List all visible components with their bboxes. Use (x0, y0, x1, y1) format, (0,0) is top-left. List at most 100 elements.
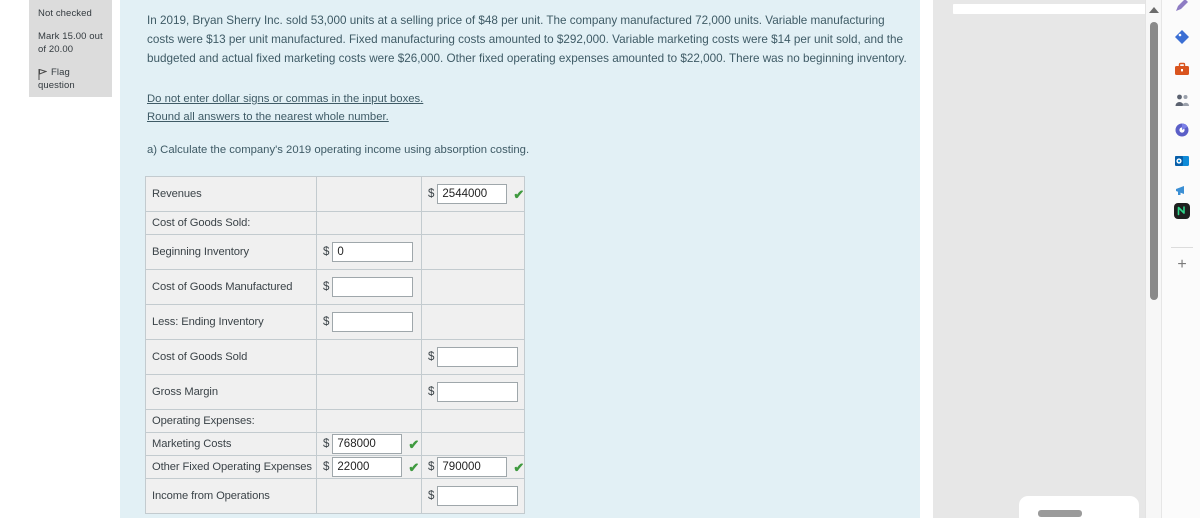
input-cell: $2544000 ✔ (422, 177, 524, 211)
answer-input[interactable] (437, 486, 519, 506)
table-row: Revenues $2544000 ✔ (145, 176, 526, 212)
answer-input[interactable]: 22000 (332, 457, 403, 477)
empty-cell (317, 177, 421, 211)
row-label: Income from Operations (152, 490, 270, 502)
scroll-up-arrow-icon[interactable] (1149, 7, 1159, 13)
app-rail: + (1161, 0, 1200, 518)
answer-input[interactable]: 0 (332, 242, 414, 262)
input-cell: $ (317, 305, 421, 339)
panel-bottom-card[interactable] (1019, 496, 1139, 518)
empty-cell (317, 212, 421, 234)
table-row: Less: Ending Inventory $ (145, 304, 526, 340)
table-body: Revenues $2544000 ✔ Cost of Goods Sold: Begi… (145, 176, 526, 514)
row-label: Cost of Goods Sold (152, 351, 248, 363)
flag-icon (38, 67, 48, 80)
rail-add-button[interactable]: + (1171, 254, 1193, 276)
table-row: Beginning Inventory $0 (145, 234, 526, 270)
input-cell: $790000 ✔ (422, 456, 524, 478)
question-body: In 2019, Bryan Sherry Inc. sold 53,000 u… (147, 14, 907, 65)
empty-cell (317, 410, 421, 432)
row-label: Cost of Goods Manufactured (152, 281, 293, 293)
flag-question-label2: question (38, 80, 75, 91)
empty-cell (422, 433, 524, 455)
flag-question-button[interactable]: Flag (38, 66, 104, 80)
right-side-panel (933, 0, 1148, 518)
dollar-sign: $ (323, 461, 330, 473)
dollar-sign: $ (428, 188, 435, 200)
row-label: Gross Margin (152, 386, 218, 398)
empty-cell (422, 212, 524, 234)
input-cell: $22000 ✔ (317, 456, 421, 478)
row-label: Marketing Costs (152, 438, 232, 450)
input-cell: $0 (317, 235, 421, 269)
megaphone-icon[interactable] (1171, 180, 1193, 202)
briefcase-icon[interactable] (1171, 58, 1193, 80)
row-label: Other Fixed Operating Expenses (152, 461, 312, 473)
empty-cell (422, 270, 524, 304)
scrollbar-thumb[interactable] (1150, 22, 1158, 300)
app-root: Not checked Mark 15.00 out of 20.00 Flag… (0, 0, 1200, 518)
question-info-box: Not checked Mark 15.00 out of 20.00 Flag… (29, 0, 112, 97)
input-cell: $ (422, 340, 524, 374)
dollar-sign: $ (323, 246, 330, 258)
row-label: Cost of Goods Sold: (152, 217, 251, 229)
answer-input[interactable] (332, 277, 414, 297)
question-instructions: Do not enter dollar signs or commas in t… (147, 90, 647, 126)
rail-divider (1171, 247, 1193, 248)
question-status: Not checked (38, 8, 92, 19)
answer-input[interactable] (437, 382, 519, 402)
question-pane: In 2019, Bryan Sherry Inc. sold 53,000 u… (120, 0, 920, 518)
input-cell: $ (422, 375, 524, 409)
answer-input[interactable]: 790000 (437, 457, 508, 477)
row-label: Operating Expenses: (152, 415, 255, 427)
row-label: Revenues (152, 188, 202, 200)
empty-cell (422, 305, 524, 339)
answer-input[interactable] (437, 347, 519, 367)
absorption-costing-table: Revenues $2544000 ✔ Cost of Goods Sold: Begi… (145, 176, 526, 514)
empty-cell (422, 410, 524, 432)
table-row: Income from Operations $ (145, 478, 526, 514)
table-row: Cost of Goods Sold $ (145, 339, 526, 375)
row-label: Beginning Inventory (152, 246, 249, 258)
flag-question-label: Flag (51, 67, 70, 78)
notes-app-icon[interactable] (1171, 200, 1193, 222)
empty-cell (317, 375, 421, 409)
correct-check-icon: ✔ (513, 459, 525, 475)
question-sidebar: Not checked Mark 15.00 out of 20.00 Flag… (0, 0, 120, 518)
instruction-no-symbols: Do not enter dollar signs or commas in t… (147, 93, 424, 105)
question-part-a: a) Calculate the company's 2019 operatin… (147, 144, 530, 156)
tag-icon[interactable] (1171, 26, 1193, 48)
input-cell: $ (422, 479, 524, 513)
panel-input-bar[interactable] (953, 4, 1148, 14)
empty-cell (317, 479, 421, 513)
answer-input[interactable]: 2544000 (437, 184, 508, 204)
answer-input[interactable] (332, 312, 414, 332)
empty-cell (317, 340, 421, 374)
correct-check-icon: ✔ (513, 186, 525, 202)
empty-cell (422, 235, 524, 269)
dollar-sign: $ (428, 386, 435, 398)
table-row: Marketing Costs $768000 ✔ (145, 432, 526, 456)
dollar-sign: $ (428, 461, 435, 473)
teams-icon[interactable] (1171, 119, 1193, 141)
dollar-sign: $ (323, 438, 330, 450)
correct-check-icon: ✔ (408, 436, 420, 452)
dollar-sign: $ (428, 351, 435, 363)
instruction-rounding: Round all answers to the nearest whole n… (147, 111, 389, 123)
table-row: Cost of Goods Manufactured $ (145, 269, 526, 305)
pen-icon[interactable] (1171, 0, 1193, 16)
table-row: Gross Margin $ (145, 374, 526, 410)
people-icon[interactable] (1171, 89, 1193, 111)
question-mark-line2: of 20.00 (38, 44, 74, 55)
dollar-sign: $ (428, 490, 435, 502)
row-label: Less: Ending Inventory (152, 316, 264, 328)
table-row: Other Fixed Operating Expenses $22000 ✔ $79… (145, 455, 526, 479)
correct-check-icon: ✔ (408, 459, 420, 475)
input-cell: $768000 ✔ (317, 433, 421, 455)
vertical-scrollbar[interactable] (1145, 0, 1161, 518)
table-row: Cost of Goods Sold: (145, 211, 526, 235)
dollar-sign: $ (323, 281, 330, 293)
panel-bottom-pill (1038, 510, 1082, 517)
answer-input[interactable]: 768000 (332, 434, 403, 454)
outlook-icon[interactable] (1171, 150, 1193, 172)
